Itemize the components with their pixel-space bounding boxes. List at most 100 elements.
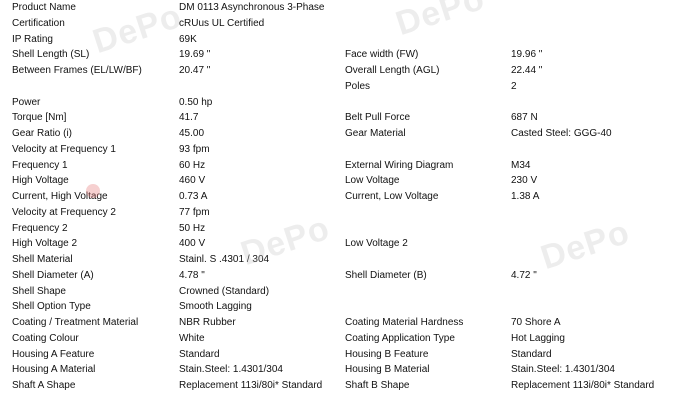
- spec-label: Overall Length (AGL): [345, 65, 440, 76]
- spec-row: Velocity at Frequency 1 93 fpm: [0, 142, 676, 158]
- spec-value: 20.47 ": [179, 65, 211, 76]
- spec-value: 93 fpm: [179, 143, 210, 155]
- spec-row: Certification cRUus UL Certified: [0, 16, 676, 32]
- spec-row: Gear Ratio (i) 45.00 Gear Material Casted S…: [0, 126, 676, 142]
- spec-value: 19.96 ": [511, 49, 543, 61]
- spec-value: Smooth Lagging: [179, 301, 252, 313]
- spec-label: Current, High Voltage: [12, 191, 108, 202]
- spec-row: Coating / Treatment Material NBR Rubber Co…: [0, 315, 676, 331]
- spec-label: Low Voltage: [345, 175, 400, 187]
- spec-value: 400 V: [179, 238, 206, 250]
- spec-value: cRUus UL Certified: [179, 17, 265, 29]
- spec-row: Housing A Material Stain.Steel: 1.4301/30…: [0, 362, 676, 378]
- spec-row: Frequency 1 60 Hz External Wiring Diagram M…: [0, 158, 676, 174]
- spec-row: Housing A Feature Standard Housing B Featu…: [0, 347, 676, 363]
- spec-value: White: [179, 332, 205, 344]
- spec-row: Shell Material Stainl. S .4301 / 304: [0, 252, 676, 268]
- spec-label: Face width (FW): [345, 49, 419, 61]
- spec-label: Frequency 1: [12, 159, 68, 171]
- spec-value: Stain.Steel: 1.4301/304: [179, 364, 283, 376]
- spec-value: 22.44 ": [511, 65, 543, 76]
- spec-value: DM 0113 Asynchronous 3-Phase: [179, 2, 325, 13]
- spec-label: Coating / Treatment Material: [12, 317, 139, 328]
- spec-value: 230 V: [511, 175, 538, 187]
- spec-row: Product Name DM 0113 Asynchronous 3-Phase: [0, 0, 676, 16]
- spec-value: 0.50 hp: [179, 96, 213, 108]
- spec-row: Between Frames (EL/LW/BF) 20.47 " Overall …: [0, 63, 676, 79]
- spec-label: Poles: [345, 80, 371, 92]
- spec-value: Hot Lagging: [511, 332, 565, 344]
- spec-row: Shell Shape Crowned (Standard): [0, 284, 676, 300]
- spec-value: 70 Shore A: [511, 317, 561, 328]
- spec-value: 69K: [179, 33, 197, 45]
- spec-label: Shell Length (SL): [12, 49, 90, 61]
- spec-label: External Wiring Diagram: [345, 159, 454, 171]
- spec-row: Shell Option Type Smooth Lagging: [0, 299, 676, 315]
- spec-row: High Voltage 460 V Low Voltage 230 V: [0, 173, 676, 189]
- spec-row: Current, High Voltage 0.73 A Current, Low …: [0, 189, 676, 205]
- spec-value: 687 N: [511, 112, 538, 124]
- spec-row: Frequency 2 50 Hz: [0, 221, 676, 237]
- spec-value: 4.72 ": [511, 269, 537, 281]
- spec-label: Shell Option Type: [12, 301, 91, 313]
- spec-row: Torque [Nm] 41.7 Belt Pull Force 687 N: [0, 110, 676, 126]
- spec-label: Product Name: [12, 2, 76, 13]
- spec-row: Velocity at Frequency 2 77 fpm: [0, 205, 676, 221]
- spec-table: Product Name DM 0113 Asynchronous 3-Phase…: [0, 0, 676, 394]
- spec-label: Current, Low Voltage: [345, 191, 439, 202]
- spec-label: Housing B Material: [345, 364, 430, 376]
- spec-label: Low Voltage 2: [345, 238, 408, 250]
- spec-label: IP Rating: [12, 33, 53, 45]
- spec-value: 45.00: [179, 128, 205, 139]
- spec-label: Shaft B Shape: [345, 380, 410, 391]
- spec-value: Standard: [179, 348, 220, 360]
- spec-label: Gear Ratio (i): [12, 128, 73, 139]
- spec-label: Belt Pull Force: [345, 112, 411, 124]
- spec-value: 1.38 A: [511, 191, 540, 202]
- spec-label: High Voltage 2: [12, 238, 78, 250]
- spec-value: Casted Steel: GGG-40: [511, 128, 612, 139]
- spec-value: Stainl. S .4301 / 304: [179, 254, 270, 265]
- spec-label: Torque [Nm]: [12, 112, 67, 124]
- spec-row: Poles 2: [0, 79, 676, 95]
- spec-value: Stain.Steel: 1.4301/304: [511, 364, 615, 376]
- spec-value: M34: [511, 159, 531, 171]
- spec-label: Velocity at Frequency 2: [12, 206, 116, 218]
- spec-value: 0.73 A: [179, 191, 208, 202]
- spec-row: Coating Colour White Coating Application T…: [0, 331, 676, 347]
- spec-label: Shell Diameter (B): [345, 269, 427, 281]
- spec-label: Shell Shape: [12, 285, 66, 297]
- spec-label: Certification: [12, 17, 65, 29]
- spec-value: 19.69 ": [179, 49, 211, 61]
- spec-label: Shell Material: [12, 254, 73, 265]
- spec-value: Replacement 113i/80i* Standard: [179, 380, 323, 391]
- spec-value: 460 V: [179, 175, 206, 187]
- spec-label: Coating Material Hardness: [345, 317, 464, 328]
- spec-value: NBR Rubber: [179, 317, 236, 328]
- spec-label: Frequency 2: [12, 222, 68, 234]
- spec-value: Replacement 113i/80i* Standard: [511, 380, 655, 391]
- spec-value: 60 Hz: [179, 159, 206, 171]
- spec-label: Power: [12, 96, 41, 108]
- spec-row: Shaft A Shape Replacement 113i/80i* Stand…: [0, 378, 676, 394]
- spec-row: Power 0.50 hp: [0, 95, 676, 111]
- spec-label: Housing A Feature: [12, 348, 95, 360]
- spec-value: 41.7: [179, 112, 199, 124]
- spec-label: Gear Material: [345, 128, 406, 139]
- spec-label: Coating Application Type: [345, 332, 455, 344]
- spec-value: Standard: [511, 348, 552, 360]
- spec-value: Crowned (Standard): [179, 285, 270, 297]
- spec-row: Shell Diameter (A) 4.78 " Shell Diameter (…: [0, 268, 676, 284]
- spec-value: 4.78 ": [179, 269, 205, 281]
- spec-row: Shell Length (SL) 19.69 " Face width (FW) 1…: [0, 47, 676, 63]
- spec-row: High Voltage 2 400 V Low Voltage 2: [0, 236, 676, 252]
- spec-label: High Voltage: [12, 175, 69, 187]
- spec-label: Between Frames (EL/LW/BF): [12, 65, 142, 76]
- spec-value: 50 Hz: [179, 222, 206, 234]
- spec-label: Shaft A Shape: [12, 380, 76, 391]
- spec-label: Housing B Feature: [345, 348, 429, 360]
- spec-value: 2: [511, 80, 517, 92]
- spec-row: IP Rating 69K: [0, 32, 676, 48]
- spec-label: Velocity at Frequency 1: [12, 143, 116, 155]
- spec-label: Coating Colour: [12, 332, 79, 344]
